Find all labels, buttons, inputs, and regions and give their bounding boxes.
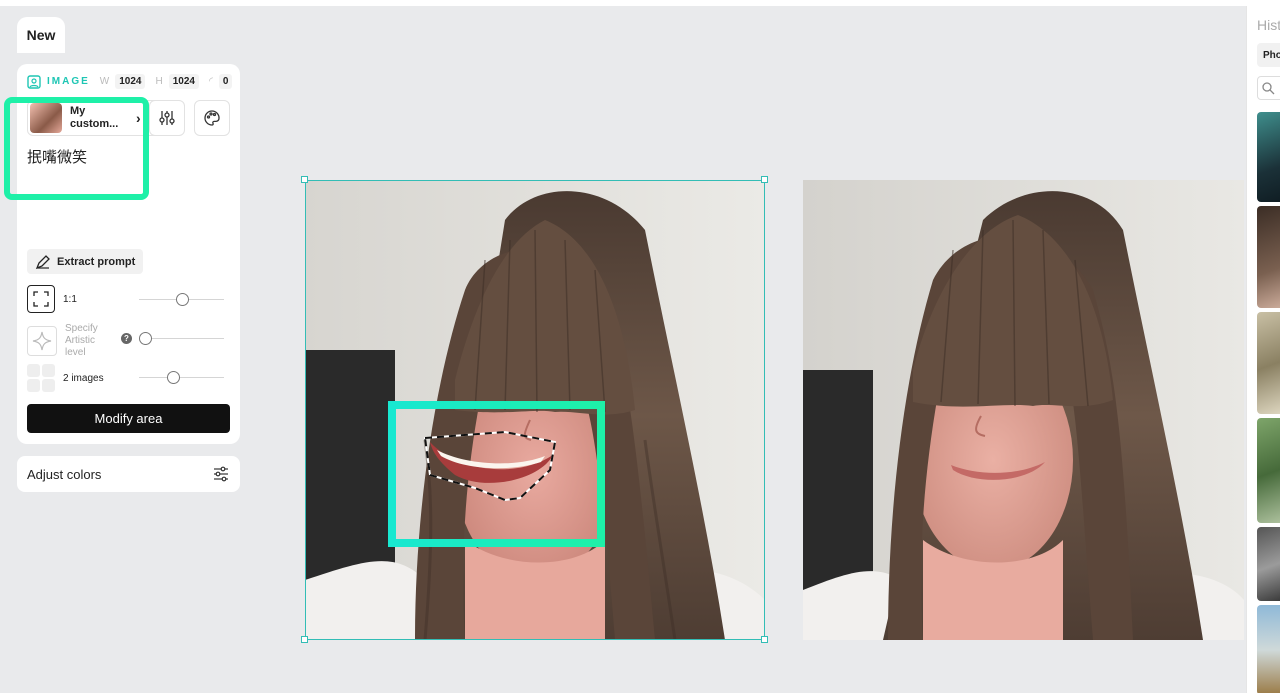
top-bar bbox=[0, 0, 1280, 6]
highlight-box-mouth bbox=[388, 401, 605, 547]
settings-sliders-button[interactable] bbox=[149, 100, 185, 136]
sliders-icon bbox=[159, 111, 175, 125]
artistic-level-row: Specify Artistic level bbox=[27, 323, 113, 359]
resize-handle-top-left[interactable] bbox=[301, 176, 308, 183]
aspect-ratio-slider-knob[interactable] bbox=[176, 293, 189, 306]
pen-icon bbox=[35, 254, 50, 269]
artistic-level-label: Specify Artistic level bbox=[65, 323, 98, 358]
artistic-level-button[interactable] bbox=[27, 326, 57, 356]
sparkle-icon bbox=[32, 331, 52, 351]
image-count-slider[interactable] bbox=[139, 371, 224, 384]
extract-prompt-label: Extract prompt bbox=[57, 255, 136, 268]
highlight-box-prompt bbox=[4, 97, 149, 200]
image-count-label: 2 images bbox=[63, 372, 104, 384]
width-key: W bbox=[99, 76, 110, 87]
result-image[interactable] bbox=[803, 180, 1244, 640]
history-title: History bbox=[1257, 17, 1280, 33]
artistic-level-slider[interactable] bbox=[139, 332, 224, 345]
aspect-ratio-button[interactable] bbox=[27, 285, 55, 313]
result-portrait bbox=[803, 180, 1244, 640]
resize-handle-bottom-left[interactable] bbox=[301, 636, 308, 643]
resize-handle-bottom-right[interactable] bbox=[761, 636, 768, 643]
resize-handle-top-right[interactable] bbox=[761, 176, 768, 183]
image-count-slider-knob[interactable] bbox=[167, 371, 181, 384]
aspect-ratio-slider[interactable] bbox=[139, 293, 224, 306]
aspect-ratio-row: 1:1 bbox=[27, 284, 77, 314]
style-button[interactable] bbox=[194, 100, 230, 136]
seed-value[interactable]: 0 bbox=[218, 74, 233, 89]
history-thumbnail[interactable] bbox=[1257, 312, 1280, 414]
extract-prompt-button[interactable]: Extract prompt bbox=[27, 249, 143, 274]
history-thumbnail[interactable] bbox=[1257, 418, 1280, 523]
width-value[interactable]: 1024 bbox=[115, 74, 146, 89]
history-tab-photo[interactable]: Photo bbox=[1257, 43, 1280, 67]
modify-area-button[interactable]: Modify area bbox=[27, 404, 230, 433]
history-panel: History Photo bbox=[1246, 6, 1280, 693]
image-icon bbox=[27, 74, 41, 89]
help-icon[interactable]: ? bbox=[121, 333, 132, 344]
grid-icon[interactable] bbox=[27, 364, 55, 392]
search-icon bbox=[1262, 82, 1275, 95]
adjust-sliders-icon bbox=[214, 466, 228, 482]
history-thumbnail[interactable] bbox=[1257, 605, 1280, 693]
history-search-input[interactable] bbox=[1257, 76, 1280, 100]
history-thumbnail[interactable] bbox=[1257, 112, 1280, 202]
adjust-colors-label: Adjust colors bbox=[27, 466, 102, 482]
history-thumbnail[interactable] bbox=[1257, 527, 1280, 601]
artistic-level-slider-knob[interactable] bbox=[139, 332, 152, 345]
height-key: H bbox=[155, 76, 163, 87]
new-tab[interactable]: New bbox=[17, 17, 65, 53]
adjust-colors-bar[interactable]: Adjust colors bbox=[17, 456, 240, 492]
image-count-row: 2 images bbox=[27, 363, 104, 393]
history-thumbnail[interactable] bbox=[1257, 206, 1280, 308]
seed-icon: ◜ bbox=[208, 76, 213, 87]
image-info-row: IMAGE W 1024 H 1024 ◜ 0 bbox=[27, 74, 233, 89]
height-value[interactable]: 1024 bbox=[168, 74, 199, 89]
image-label: IMAGE bbox=[47, 76, 90, 87]
palette-icon bbox=[204, 110, 220, 126]
aspect-ratio-label: 1:1 bbox=[63, 293, 77, 305]
aspect-ratio-icon bbox=[33, 291, 49, 307]
